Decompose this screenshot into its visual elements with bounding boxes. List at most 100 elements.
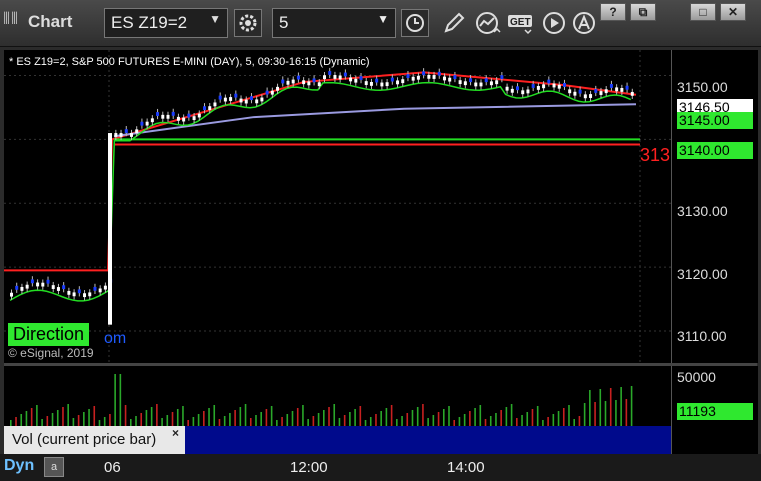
volume-bar bbox=[150, 407, 153, 426]
study-close-icon[interactable]: × bbox=[172, 426, 179, 440]
candle-body bbox=[343, 72, 347, 77]
volume-bar bbox=[609, 388, 612, 426]
pencil-icon[interactable] bbox=[440, 9, 468, 37]
volume-bar bbox=[510, 404, 513, 426]
volume-bar bbox=[135, 416, 137, 426]
candle-body bbox=[442, 76, 446, 81]
candle-body bbox=[67, 290, 71, 295]
candle-body bbox=[197, 113, 201, 118]
volume-pane[interactable] bbox=[4, 366, 671, 426]
volume-bar bbox=[46, 416, 49, 426]
volume-bar bbox=[244, 404, 247, 426]
candle-body bbox=[317, 82, 321, 87]
volume-bar bbox=[583, 403, 586, 426]
candle-body bbox=[594, 89, 598, 93]
restore-button[interactable]: ⧉ bbox=[630, 3, 656, 21]
volume-bar bbox=[427, 418, 429, 426]
volume-bar bbox=[88, 409, 90, 426]
volume-bar bbox=[599, 389, 602, 426]
volume-bar bbox=[51, 413, 54, 426]
candle-body bbox=[547, 79, 551, 84]
candle-body bbox=[484, 78, 488, 83]
symbol-dropdown[interactable]: ES Z19=2 ▼ bbox=[104, 8, 228, 38]
dynamic-mode-label[interactable]: Dyn bbox=[4, 457, 34, 475]
volume-bar bbox=[369, 417, 372, 426]
candle-body bbox=[208, 106, 212, 111]
volume-bar bbox=[516, 418, 518, 426]
candle-body bbox=[103, 285, 107, 290]
candle-body bbox=[166, 114, 170, 119]
candle-body bbox=[521, 90, 525, 95]
study-label[interactable]: Vol (current price bar) bbox=[4, 426, 185, 454]
volume-bar bbox=[182, 406, 184, 426]
volume-bar bbox=[156, 404, 158, 426]
volume-bar bbox=[589, 390, 591, 426]
symbol-value: ES Z19=2 bbox=[111, 13, 188, 32]
candle-body bbox=[364, 81, 368, 85]
volume-bar bbox=[526, 412, 529, 426]
gap-candle bbox=[108, 133, 112, 325]
volume-bar bbox=[495, 413, 497, 426]
candle-body bbox=[568, 89, 572, 94]
volume-bar bbox=[249, 418, 252, 426]
volume-bar bbox=[203, 411, 205, 426]
volume-bar bbox=[458, 417, 461, 426]
maximize-button[interactable]: □ bbox=[690, 3, 716, 21]
direction-label[interactable]: Direction bbox=[8, 323, 90, 346]
volume-bar bbox=[573, 419, 575, 426]
volume-bar bbox=[312, 416, 315, 426]
volume-bar bbox=[129, 419, 132, 426]
candle-body bbox=[20, 286, 24, 291]
settings-gear-icon[interactable] bbox=[234, 9, 262, 37]
candle-body bbox=[192, 116, 196, 121]
price-chart-area[interactable] bbox=[4, 50, 671, 363]
get-icon[interactable]: GET bbox=[507, 9, 535, 37]
interval-dropdown[interactable]: 5 ▼ bbox=[272, 8, 396, 38]
volume-tick: 50000 bbox=[677, 369, 716, 385]
watermark-text: om bbox=[104, 330, 127, 347]
clock-icon[interactable] bbox=[401, 9, 429, 37]
volume-bar bbox=[296, 408, 299, 426]
study-icon[interactable] bbox=[474, 9, 502, 37]
candle-body bbox=[578, 89, 582, 94]
volume-bar bbox=[234, 410, 236, 426]
candle-body bbox=[458, 80, 462, 85]
volume-bar bbox=[401, 416, 403, 426]
candle-body bbox=[453, 75, 457, 79]
volume-bar bbox=[594, 402, 596, 426]
volume-bar bbox=[359, 406, 362, 426]
alert-icon[interactable] bbox=[570, 9, 598, 37]
volume-bar bbox=[265, 409, 268, 426]
candle-body bbox=[432, 75, 436, 79]
volume-bar bbox=[500, 410, 502, 426]
lock-icon[interactable]: a bbox=[44, 457, 64, 477]
candle-body bbox=[516, 86, 520, 91]
candle-body bbox=[119, 133, 123, 137]
volume-bar bbox=[562, 408, 565, 426]
candle-body bbox=[83, 293, 87, 298]
study-axis bbox=[671, 426, 758, 454]
time-label: 06 bbox=[104, 459, 121, 476]
volume-bar bbox=[124, 405, 127, 426]
drag-grip-icon[interactable]: ⦀⦀ bbox=[3, 11, 21, 33]
candle-body bbox=[385, 82, 389, 87]
candle-body bbox=[249, 96, 253, 101]
volume-bar bbox=[380, 411, 382, 426]
candle-body bbox=[349, 77, 353, 82]
candle-body bbox=[10, 292, 13, 297]
candle-body bbox=[244, 99, 248, 104]
candle-body bbox=[150, 118, 154, 123]
candle-body bbox=[286, 80, 290, 85]
volume-bar bbox=[197, 414, 200, 426]
candle-body bbox=[312, 78, 316, 83]
close-button[interactable]: ✕ bbox=[720, 3, 746, 21]
volume-bar bbox=[281, 417, 283, 426]
candle-body bbox=[406, 74, 410, 78]
play-icon[interactable] bbox=[540, 9, 568, 37]
help-button[interactable]: ? bbox=[600, 3, 626, 21]
volume-bar bbox=[56, 410, 59, 426]
candle-body bbox=[557, 84, 561, 89]
volume-bar bbox=[166, 415, 169, 426]
candle-body bbox=[448, 77, 452, 82]
volume-bar bbox=[192, 417, 195, 426]
